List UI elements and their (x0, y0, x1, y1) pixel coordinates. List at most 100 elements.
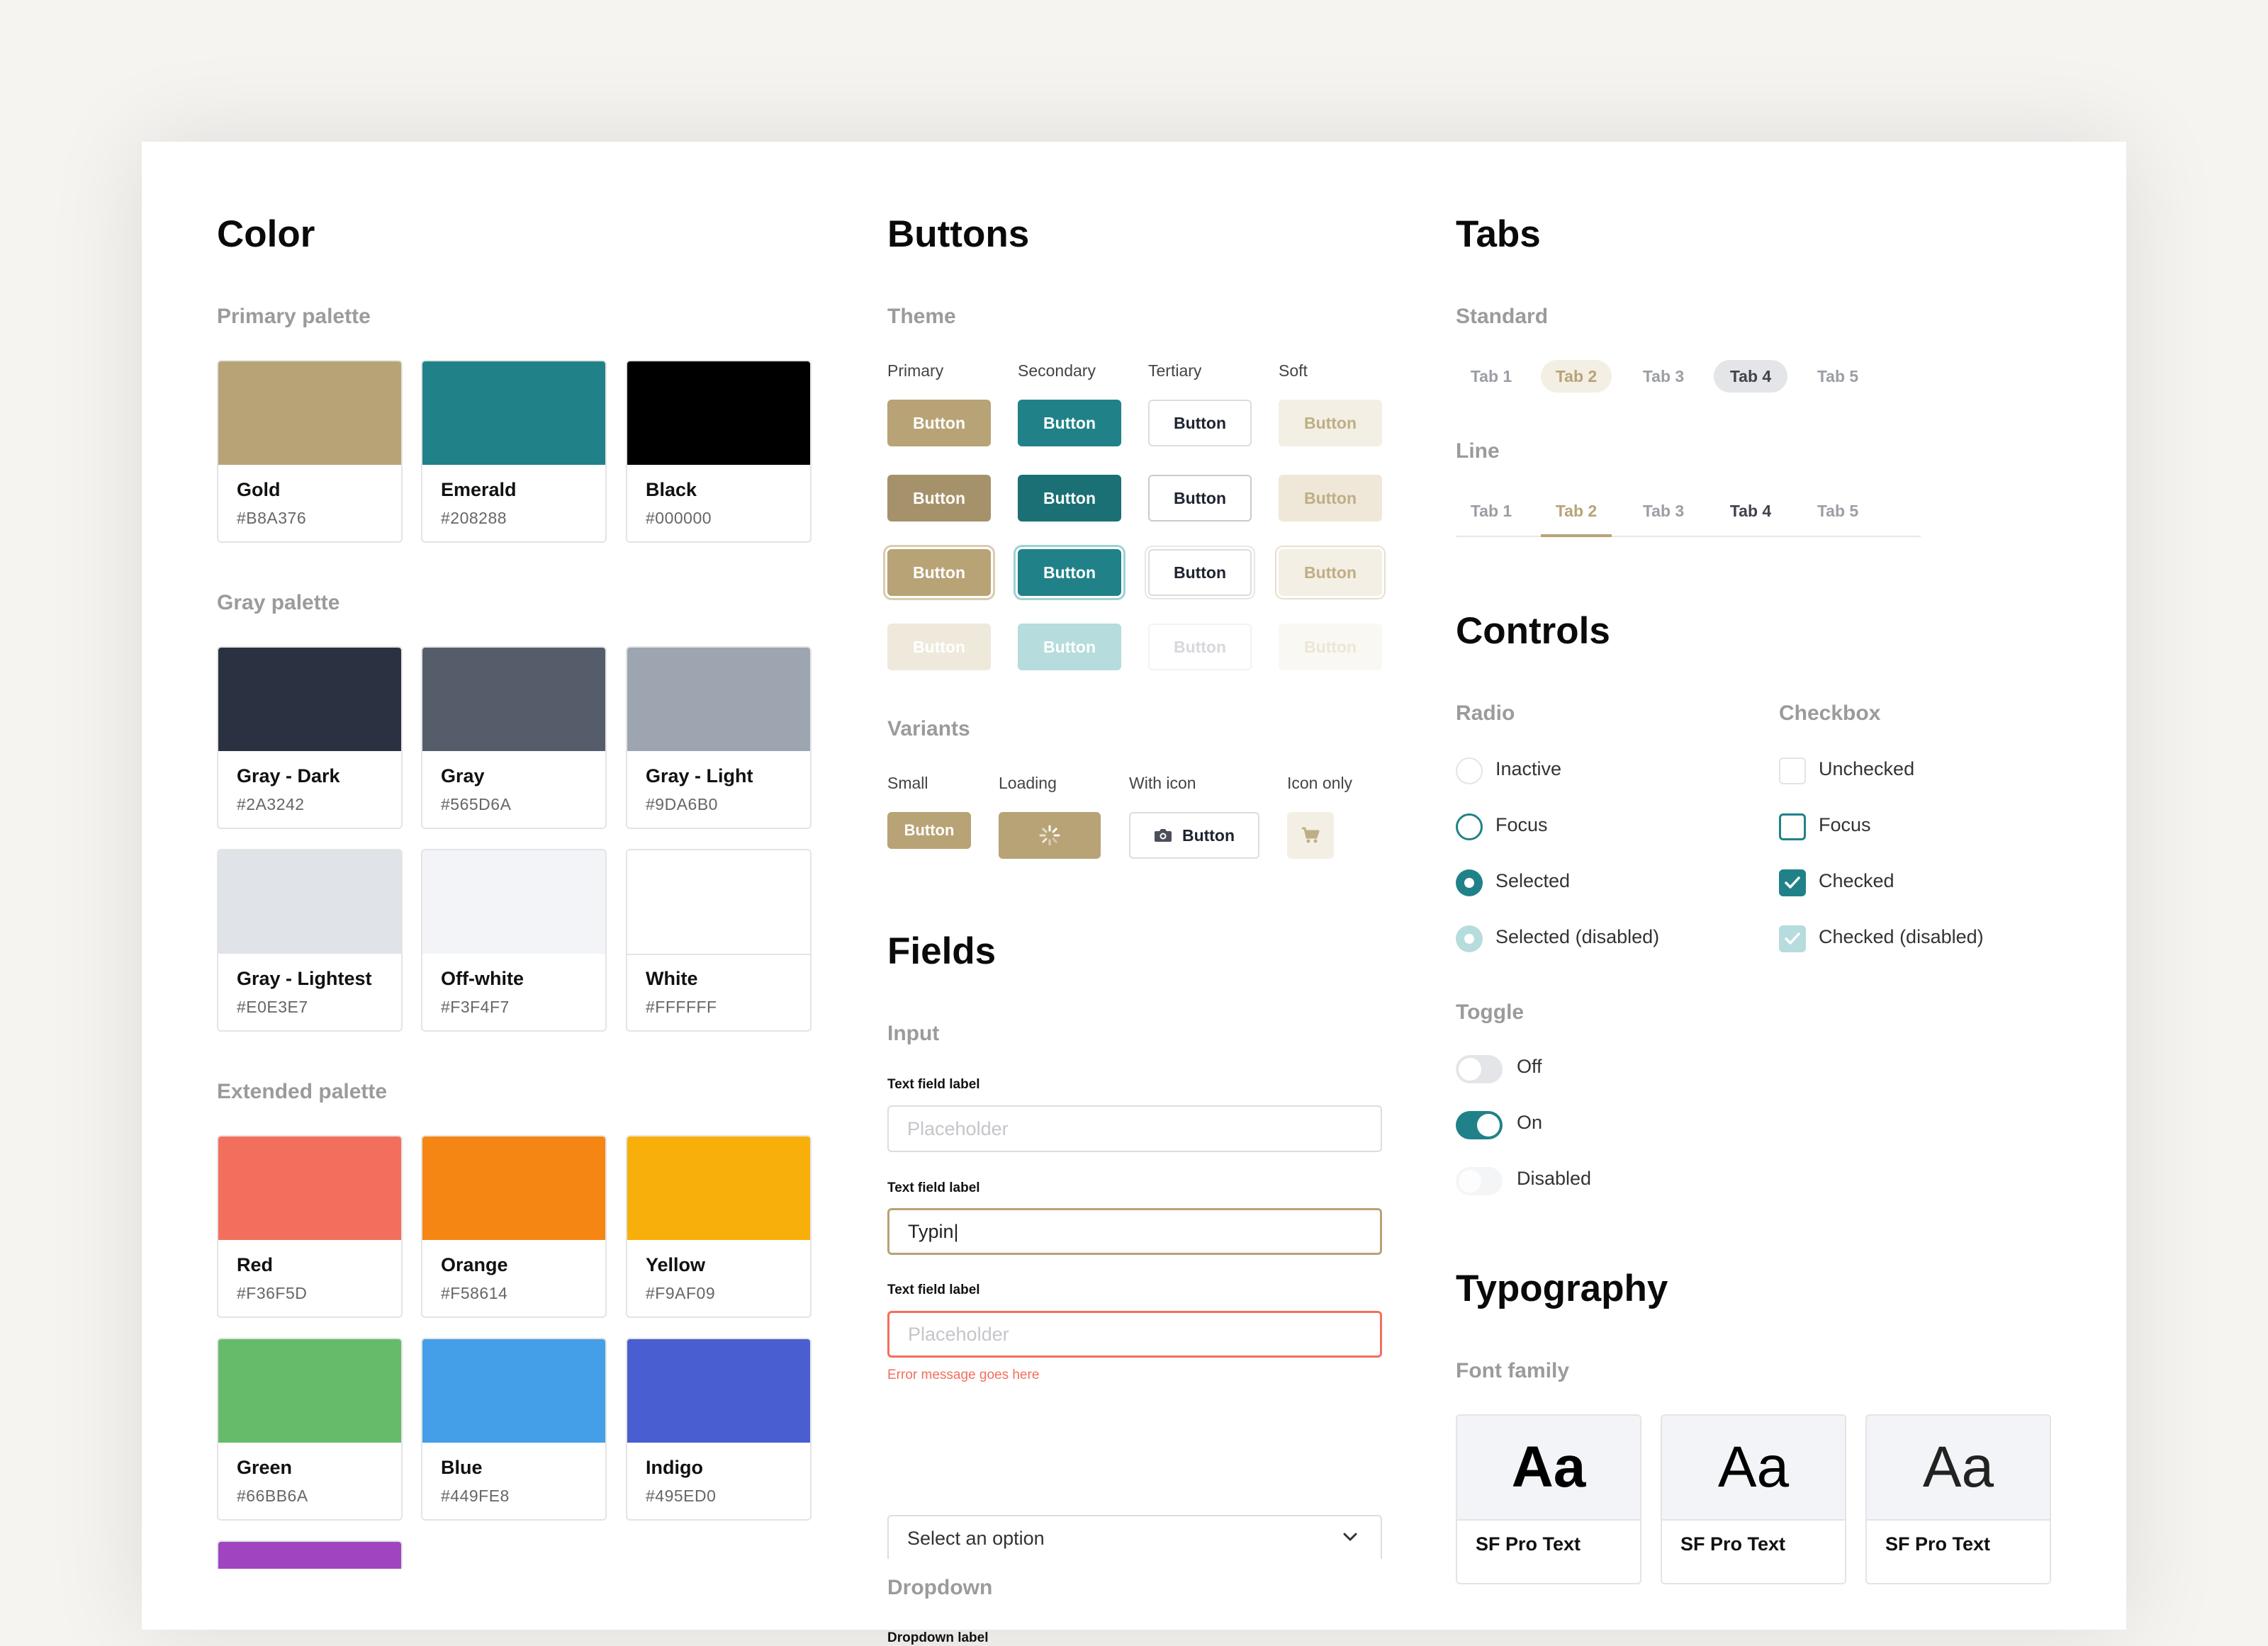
swatch-yellow: Yellow #F9AF09 (626, 1135, 812, 1318)
primary-palette-heading: Primary palette (217, 305, 371, 328)
secondary-button-disabled[interactable]: Button (1018, 624, 1121, 670)
tab-3[interactable]: Tab 3 (1628, 360, 1699, 393)
tertiary-button-focus[interactable]: Button (1148, 549, 1252, 596)
text-field-typing[interactable] (887, 1208, 1382, 1255)
toggle-off-label: Off (1517, 1056, 1542, 1077)
text-field-error[interactable] (887, 1311, 1382, 1358)
typography-title: Typography (1456, 1268, 1668, 1309)
text-field-label: Text field label (887, 1077, 980, 1092)
dropdown-select[interactable]: Select an option (887, 1515, 1382, 1559)
tertiary-button-hover[interactable]: Button (1148, 475, 1252, 522)
radio-selected-label: Selected (1495, 870, 1571, 891)
swatch-hex: #208288 (441, 509, 507, 527)
swatch-red: Red #F36F5D (217, 1135, 403, 1318)
text-field-label: Text field label (887, 1180, 980, 1195)
swatch-emerald: Emerald #208288 (421, 360, 607, 543)
radio-selected-disabled[interactable] (1456, 925, 1483, 952)
soft-button-focus[interactable]: Button (1279, 549, 1382, 596)
text-field-default[interactable] (887, 1105, 1382, 1152)
small-button[interactable]: Button (887, 812, 971, 849)
dropdown-heading: Dropdown (887, 1576, 993, 1599)
line-tab-2[interactable]: Tab 2 (1541, 495, 1612, 527)
variant-with-icon-label: With icon (1129, 774, 1196, 792)
checkbox-unchecked[interactable] (1779, 757, 1806, 784)
line-tab-1[interactable]: Tab 1 (1456, 495, 1527, 527)
font-sample: Aa (1457, 1416, 1640, 1521)
font-family-heading: Font family (1456, 1359, 1570, 1382)
tertiary-button[interactable]: Button (1148, 400, 1252, 446)
font-card-bold: Aa SF Pro Text (1456, 1414, 1641, 1584)
radio-selected-disabled-label: Selected (disabled) (1495, 926, 1660, 947)
font-sample: Aa (1662, 1416, 1845, 1521)
dropdown-value: Select an option (907, 1528, 1045, 1549)
font-name: SF Pro Text (1680, 1533, 1786, 1555)
line-tab-5[interactable]: Tab 5 (1802, 495, 1873, 527)
swatch-name: Off-white (441, 968, 524, 989)
soft-button-disabled[interactable]: Button (1279, 624, 1382, 670)
chevron-down-icon (1343, 1533, 1357, 1541)
checkbox-unchecked-label: Unchecked (1819, 758, 1915, 779)
spinner-icon (1039, 825, 1060, 846)
swatch-name: White (646, 968, 698, 989)
swatch-name: Indigo (646, 1457, 703, 1478)
line-tab-3[interactable]: Tab 3 (1628, 495, 1699, 527)
swatch-hex: #FFFFFF (646, 998, 717, 1016)
style-guide-card: Color Primary palette Gold #B8A376 Emera… (142, 142, 2126, 1645)
primary-button-focus[interactable]: Button (887, 549, 991, 596)
checkbox-focus[interactable] (1779, 813, 1806, 840)
tab-4[interactable]: Tab 4 (1714, 360, 1787, 393)
swatch-hex: #9DA6B0 (646, 795, 718, 813)
fields-title: Fields (887, 930, 997, 972)
swatch-hex: #F58614 (441, 1284, 508, 1302)
swatch-hex: #2A3242 (237, 795, 305, 813)
soft-button-hover[interactable]: Button (1279, 475, 1382, 522)
radio-focus-label: Focus (1495, 814, 1548, 835)
radio-focus[interactable] (1456, 813, 1483, 840)
radio-inactive[interactable] (1456, 757, 1483, 784)
radio-heading: Radio (1456, 701, 1515, 725)
secondary-button-hover[interactable]: Button (1018, 475, 1121, 522)
tertiary-button-disabled[interactable]: Button (1148, 624, 1252, 670)
swatch-name: Gold (237, 479, 281, 500)
soft-button[interactable]: Button (1279, 400, 1382, 446)
secondary-button-focus[interactable]: Button (1018, 549, 1121, 596)
extended-palette-heading: Extended palette (217, 1080, 388, 1103)
swatch-name: Gray - Lightest (237, 968, 372, 989)
swatch-hex: #495ED0 (646, 1487, 717, 1505)
swatch-name: Emerald (441, 479, 517, 500)
checkbox-checked-disabled[interactable] (1779, 925, 1806, 952)
line-tab-4[interactable]: Tab 4 (1714, 495, 1787, 527)
radio-selected[interactable] (1456, 869, 1483, 896)
swatch-off-white: Off-white #F3F4F7 (421, 849, 607, 1032)
font-card-regular: Aa SF Pro Text (1661, 1414, 1846, 1584)
tab-2[interactable]: Tab 2 (1541, 360, 1612, 393)
swatch-name: Blue (441, 1457, 483, 1478)
primary-button[interactable]: Button (887, 400, 991, 446)
swatch-hex: #B8A376 (237, 509, 307, 527)
swatch-orange: Orange #F58614 (421, 1135, 607, 1318)
toggle-on[interactable] (1456, 1111, 1503, 1139)
secondary-button[interactable]: Button (1018, 400, 1121, 446)
tab-1[interactable]: Tab 1 (1456, 360, 1527, 393)
loading-button[interactable] (999, 812, 1101, 859)
swatch-hex: #66BB6A (237, 1487, 308, 1505)
icon-only-button[interactable] (1287, 812, 1334, 859)
line-tabs-heading: Line (1456, 439, 1500, 463)
toggle-off[interactable] (1456, 1055, 1503, 1083)
radio-inactive-label: Inactive (1495, 758, 1562, 779)
swatch-name: Gray - Dark (237, 765, 340, 787)
theme-heading: Theme (887, 305, 956, 328)
error-message: Error message goes here (887, 1368, 1040, 1382)
swatch-hex: #449FE8 (441, 1487, 510, 1505)
checkbox-checked[interactable] (1779, 869, 1806, 896)
primary-button-disabled[interactable]: Button (887, 624, 991, 670)
primary-button-hover[interactable]: Button (887, 475, 991, 522)
cart-icon (1302, 827, 1320, 843)
camera-icon (1154, 829, 1172, 842)
swatch-name: Green (237, 1457, 293, 1478)
tab-5[interactable]: Tab 5 (1802, 360, 1873, 393)
with-icon-button[interactable]: Button (1129, 812, 1259, 859)
swatch-white: White #FFFFFF (626, 849, 812, 1032)
toggle-disabled[interactable] (1456, 1167, 1503, 1195)
col-primary-label: Primary (887, 361, 944, 380)
